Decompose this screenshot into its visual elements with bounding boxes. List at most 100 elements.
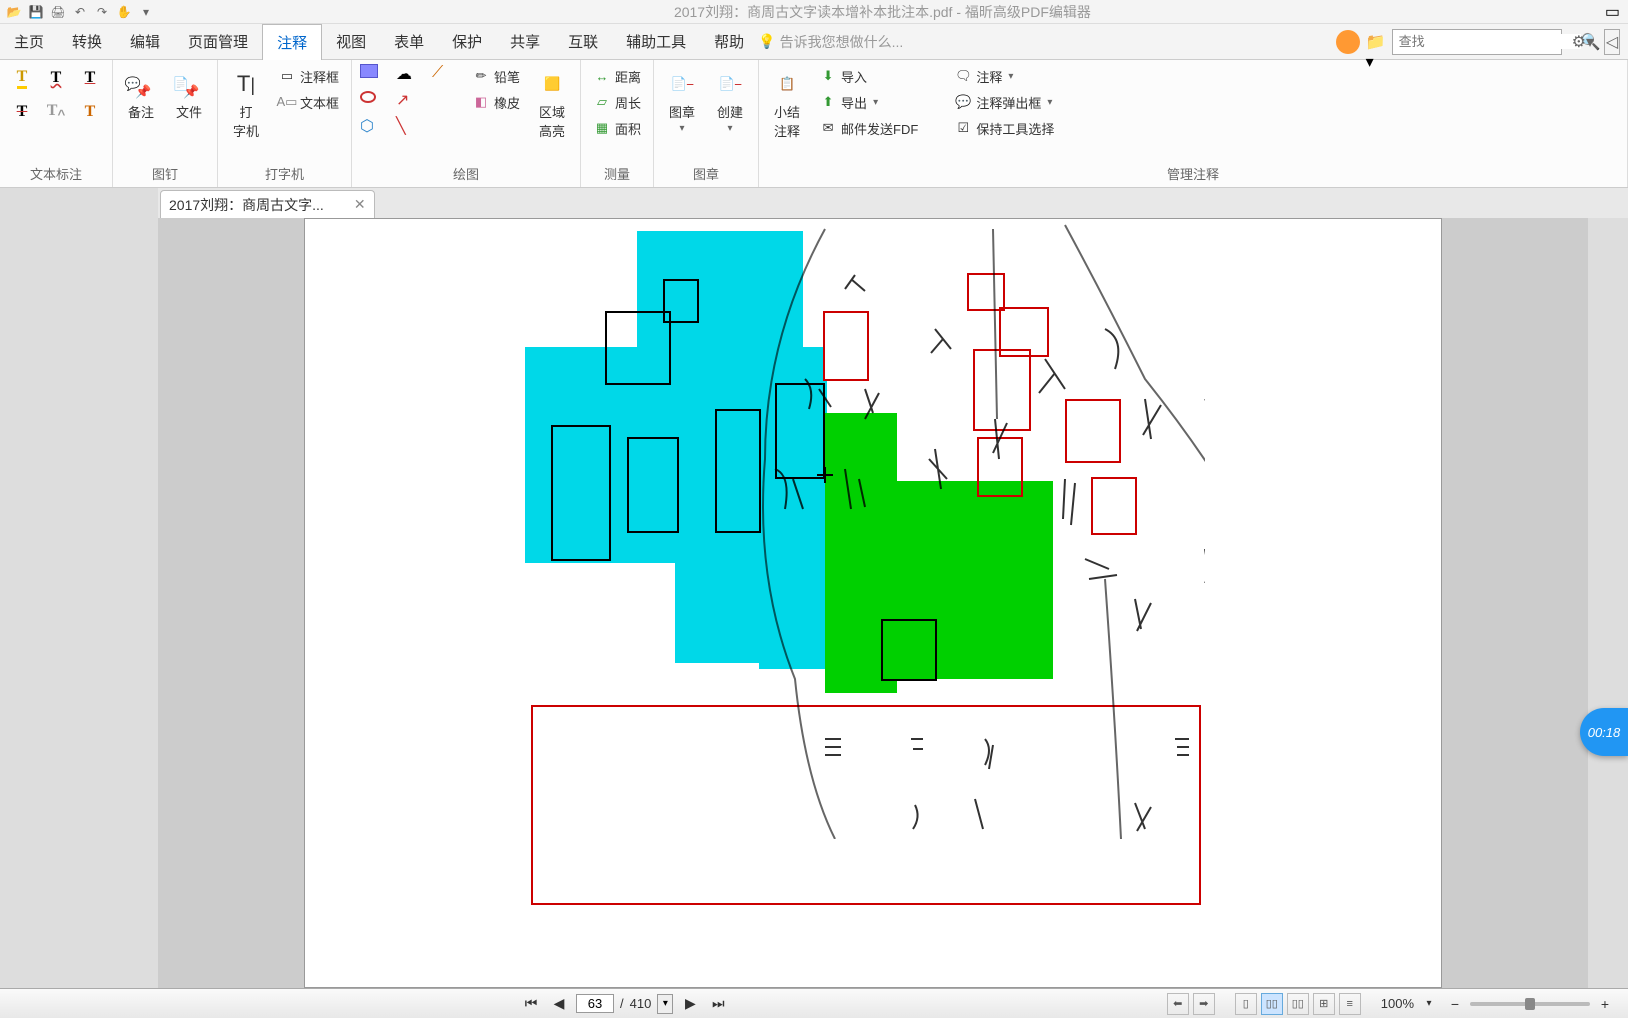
group-text-markup-label: 文本标注 bbox=[8, 162, 104, 185]
settings-dropdown[interactable]: ⚙▾ bbox=[1568, 32, 1598, 52]
typewriter-button[interactable]: T| 打 字机 bbox=[226, 64, 266, 144]
red-rect[interactable] bbox=[977, 437, 1023, 497]
distance-button[interactable]: ↔距离 bbox=[589, 64, 645, 88]
save-icon[interactable]: 💾 bbox=[26, 2, 46, 22]
oval-icon[interactable] bbox=[360, 90, 388, 114]
area-measure-button[interactable]: ▦面积 bbox=[589, 116, 645, 140]
arrow-icon[interactable]: ↗ bbox=[396, 90, 424, 114]
first-page-button[interactable]: ⏮ bbox=[520, 993, 542, 1015]
zoom-minus-button[interactable]: − bbox=[1444, 993, 1466, 1015]
facing-view[interactable]: ▯▯ bbox=[1287, 993, 1309, 1015]
stamp-button[interactable]: 📄⎯ 图章 ▾ bbox=[662, 64, 702, 138]
email-fdf-button[interactable]: ✉邮件发送FDF bbox=[815, 116, 922, 140]
highlight-icon[interactable]: T bbox=[8, 64, 36, 92]
prev-page-button[interactable]: ◀ bbox=[548, 993, 570, 1015]
tell-me[interactable]: 💡 告诉我您想做什么... bbox=[758, 32, 903, 52]
cloud-icon[interactable]: ☁ bbox=[396, 64, 424, 88]
back-view-button[interactable]: ⬅ bbox=[1167, 993, 1189, 1015]
zoom-slider[interactable] bbox=[1470, 1002, 1590, 1006]
continuous-view[interactable]: ▯▯ bbox=[1261, 993, 1283, 1015]
black-rect[interactable] bbox=[551, 425, 611, 561]
zoom-out-button[interactable]: ▾ bbox=[1418, 993, 1440, 1015]
rect-icon[interactable] bbox=[360, 64, 388, 88]
black-rect[interactable] bbox=[605, 311, 671, 385]
caret-icon[interactable]: T^ bbox=[42, 98, 70, 126]
group-drawing: ☁ ⟋ ↗ ⬡ ╲ ✏铅笔 ◧橡皮 🟨 区域 高亮 bbox=[352, 60, 581, 187]
nav-prev-icon[interactable]: ◁ bbox=[1604, 29, 1620, 55]
area-highlight-button[interactable]: 🟨 区域 高亮 bbox=[532, 64, 572, 144]
typewriter-label: 打 字机 bbox=[233, 102, 259, 140]
zoom-plus-button[interactable]: + bbox=[1594, 993, 1616, 1015]
zoom-label: 100% bbox=[1381, 996, 1414, 1011]
next-page-button[interactable]: ▶ bbox=[679, 993, 701, 1015]
last-page-button[interactable]: ⏭ bbox=[707, 993, 729, 1015]
zoom-thumb[interactable] bbox=[1525, 998, 1535, 1010]
single-page-view[interactable]: ▯ bbox=[1235, 993, 1257, 1015]
redo-icon[interactable]: ↷ bbox=[92, 2, 112, 22]
replace-icon[interactable]: T bbox=[76, 98, 104, 126]
undo-icon[interactable]: ↶ bbox=[70, 2, 90, 22]
underline-icon[interactable]: T bbox=[76, 64, 104, 92]
menu-convert[interactable]: 转换 bbox=[58, 24, 116, 60]
search-input[interactable] bbox=[1393, 34, 1581, 49]
menu-edit[interactable]: 编辑 bbox=[116, 24, 174, 60]
export-button[interactable]: ⬆导出▾ bbox=[815, 90, 922, 114]
polygon-icon[interactable] bbox=[432, 90, 460, 114]
forward-view-button[interactable]: ➡ bbox=[1193, 993, 1215, 1015]
red-rect[interactable] bbox=[973, 349, 1031, 431]
red-rect[interactable] bbox=[1091, 477, 1137, 535]
pencil-button[interactable]: ✏铅笔 bbox=[468, 64, 524, 88]
polyline-icon[interactable]: ⟋ bbox=[432, 64, 460, 88]
file-attach-button[interactable]: 📄📌 文件 bbox=[169, 64, 209, 125]
menu-share[interactable]: 共享 bbox=[496, 24, 554, 60]
page-number-input[interactable]: 63 bbox=[576, 994, 614, 1013]
strikeout-icon[interactable]: T bbox=[8, 98, 36, 126]
menu-pages[interactable]: 页面管理 bbox=[174, 24, 262, 60]
red-rect[interactable] bbox=[823, 311, 869, 381]
callout-button[interactable]: ▭注释框 bbox=[274, 64, 343, 88]
menu-home[interactable]: 主页 bbox=[0, 24, 58, 60]
menu-form[interactable]: 表单 bbox=[380, 24, 438, 60]
ribbon-toggle-icon[interactable]: ▭ bbox=[1605, 2, 1620, 22]
menu-accessibility[interactable]: 辅助工具 bbox=[612, 24, 700, 60]
print-icon[interactable]: 🖨 bbox=[48, 2, 68, 22]
create-stamp-button[interactable]: 📄⎯ 创建 ▾ bbox=[710, 64, 750, 138]
red-rect[interactable] bbox=[1065, 399, 1121, 463]
black-rect[interactable] bbox=[881, 619, 937, 681]
folder-dropdown-icon[interactable]: 📁▾ bbox=[1366, 32, 1386, 52]
qat-dropdown-icon[interactable]: ▾ bbox=[136, 2, 156, 22]
continuous-facing-view[interactable]: ⊞ bbox=[1313, 993, 1335, 1015]
menu-connect[interactable]: 互联 bbox=[554, 24, 612, 60]
line-icon[interactable]: ╲ bbox=[396, 116, 424, 140]
big-red-rect[interactable] bbox=[531, 705, 1201, 905]
hexagon-icon[interactable]: ⬡ bbox=[360, 116, 388, 140]
document-tab[interactable]: 2017刘翔：商周古文字... ✕ bbox=[160, 190, 375, 218]
black-rect[interactable] bbox=[715, 409, 761, 533]
eraser-button[interactable]: ◧橡皮 bbox=[468, 90, 524, 114]
hand-icon[interactable]: ✋ bbox=[114, 2, 134, 22]
textbox-button[interactable]: A▭文本框 bbox=[274, 90, 343, 114]
comments-button[interactable]: 🗨注释▾ bbox=[950, 64, 1058, 88]
menu-view[interactable]: 视图 bbox=[322, 24, 380, 60]
note-button[interactable]: 💬📌 备注 bbox=[121, 64, 161, 125]
black-rect[interactable] bbox=[775, 383, 825, 479]
popup-button[interactable]: 💬注释弹出框▾ bbox=[950, 90, 1058, 114]
page-viewport[interactable] bbox=[158, 218, 1588, 988]
reflow-view[interactable]: ≡ bbox=[1339, 993, 1361, 1015]
open-icon[interactable]: 📂 bbox=[4, 2, 24, 22]
menu-protect[interactable]: 保护 bbox=[438, 24, 496, 60]
close-tab-icon[interactable]: ✕ bbox=[354, 196, 366, 213]
timer-badge[interactable]: 00:18 bbox=[1580, 708, 1628, 756]
keep-tool-checkbox[interactable]: ☑保持工具选择 bbox=[950, 116, 1058, 140]
squiggly-icon[interactable]: T bbox=[42, 64, 70, 92]
menu-help[interactable]: 帮助 bbox=[700, 24, 758, 60]
import-button[interactable]: ⬇导入 bbox=[815, 64, 922, 88]
page-dropdown[interactable]: ▾ bbox=[657, 994, 673, 1014]
black-rect[interactable] bbox=[627, 437, 679, 533]
heart-icon[interactable] bbox=[1336, 30, 1360, 54]
red-rect[interactable] bbox=[967, 273, 1005, 311]
perimeter-button[interactable]: ▱周长 bbox=[589, 90, 645, 114]
summary-button[interactable]: 📋 小结 注释 bbox=[767, 64, 807, 144]
menu-comment[interactable]: 注释 bbox=[262, 24, 322, 60]
popup-icon: 💬 bbox=[954, 93, 972, 111]
